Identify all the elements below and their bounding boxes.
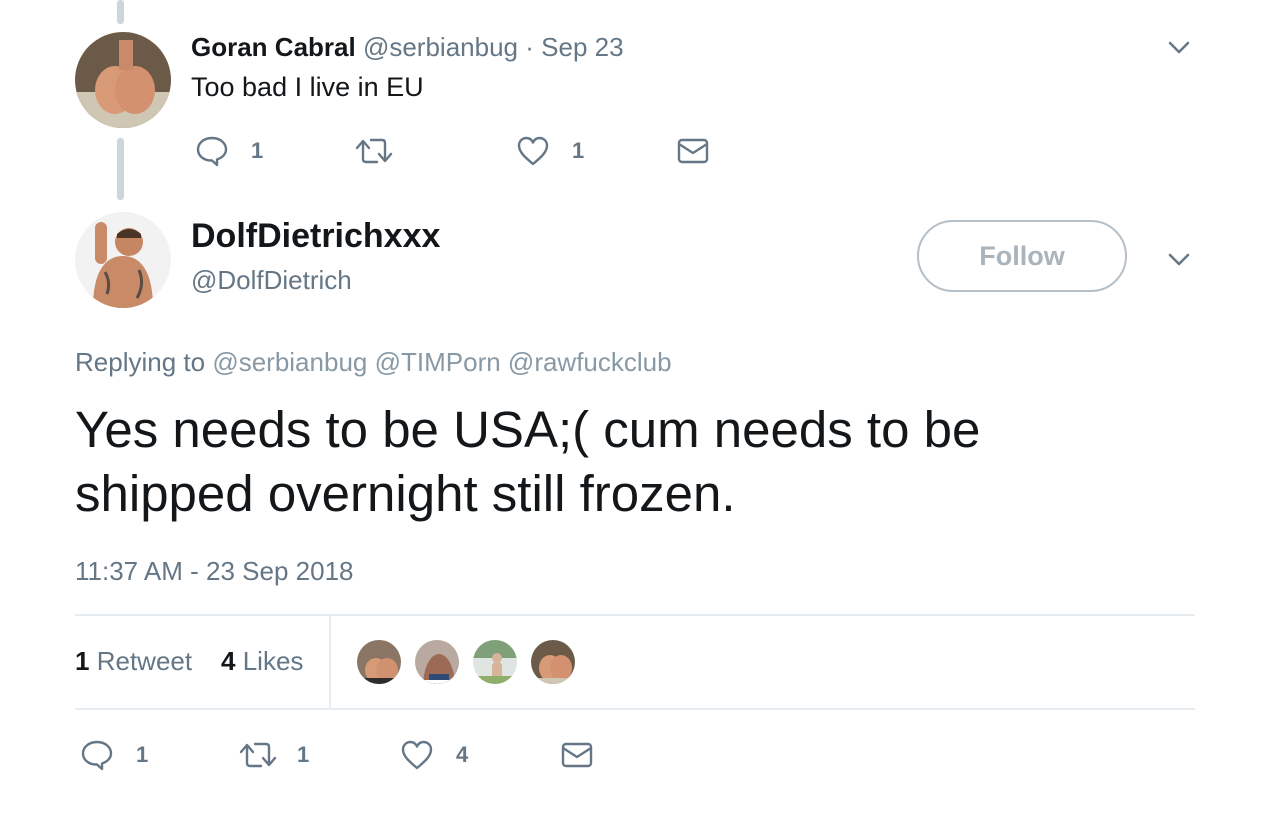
reply-count: 1 [251, 138, 264, 163]
main-author-name[interactable]: DolfDietrichxxx [191, 217, 440, 256]
reply-action-reply[interactable]: 1 [195, 134, 263, 168]
stats-vertical-divider [329, 615, 331, 709]
tweet-timestamp[interactable]: 11:37 AM - 23 Sep 2018 [75, 556, 354, 587]
replying-handle[interactable]: @rawfuckclub [508, 347, 672, 377]
replying-to: Replying to @serbianbug @TIMPorn @rawfuc… [75, 347, 672, 378]
envelope-icon [561, 742, 593, 768]
reply-separator: · [525, 32, 534, 62]
main-action-dm[interactable] [561, 740, 593, 770]
chevron-down-icon[interactable] [1167, 40, 1191, 56]
reply-tweet-header: Goran Cabral @serbianbug · Sep 23 [191, 32, 624, 63]
envelope-icon [677, 138, 709, 164]
main-reply-count: 1 [136, 742, 149, 767]
like-count: 1 [572, 138, 585, 163]
heart-icon [517, 136, 549, 166]
avatar-dolf[interactable] [75, 212, 171, 308]
main-action-reply[interactable]: 1 [80, 738, 148, 772]
avatar-goran[interactable] [75, 32, 171, 128]
retweet-icon [355, 138, 393, 164]
thread-line-top [117, 0, 124, 24]
retweet-stat[interactable]: 1 Retweet [75, 646, 192, 677]
stats-top-divider [75, 614, 1195, 616]
main-tweet-text-line: Yes needs to be USA;( cum needs to be [75, 401, 981, 458]
replying-prefix: Replying to [75, 347, 206, 377]
main-tweet-text: Yes needs to be USA;( cum needs to be sh… [75, 398, 980, 526]
main-action-retweet[interactable]: 1 [239, 738, 309, 772]
reply-tweet-text: Too bad I live in EU [191, 72, 424, 102]
liker-avatar[interactable] [355, 638, 403, 686]
likes-stat-label: Likes [242, 646, 304, 676]
reply-date[interactable]: Sep 23 [541, 32, 623, 62]
reply-action-like[interactable]: 1 [516, 134, 584, 168]
main-like-count: 4 [456, 742, 469, 767]
liker-avatar[interactable] [529, 638, 577, 686]
heart-icon [401, 740, 433, 770]
reply-action-retweet[interactable] [355, 134, 393, 168]
thread-line-middle [117, 138, 124, 200]
replying-handle[interactable]: @serbianbug [212, 347, 367, 377]
stats-bottom-divider [75, 708, 1195, 710]
liker-avatar[interactable] [471, 638, 519, 686]
follow-button[interactable]: Follow [917, 220, 1127, 292]
reply-action-dm[interactable] [677, 136, 709, 166]
retweet-stat-number: 1 [75, 646, 90, 676]
retweet-icon [239, 742, 277, 768]
liker-avatar[interactable] [413, 638, 461, 686]
chevron-down-icon[interactable] [1167, 252, 1191, 268]
main-action-like[interactable]: 4 [400, 738, 468, 772]
reply-icon [81, 740, 113, 771]
main-tweet-text-line: shipped overnight still frozen. [75, 465, 736, 522]
likes-stat-number: 4 [221, 646, 236, 676]
reply-icon [196, 136, 228, 167]
replying-handle[interactable]: @TIMPorn [375, 347, 501, 377]
reply-author-handle[interactable]: @serbianbug [363, 32, 518, 62]
main-author-handle[interactable]: @DolfDietrich [191, 265, 352, 296]
likes-stat[interactable]: 4 Likes [221, 646, 303, 677]
reply-author-name[interactable]: Goran Cabral [191, 32, 356, 62]
retweet-stat-label: Retweet [96, 646, 193, 676]
main-retweet-count: 1 [297, 742, 310, 767]
